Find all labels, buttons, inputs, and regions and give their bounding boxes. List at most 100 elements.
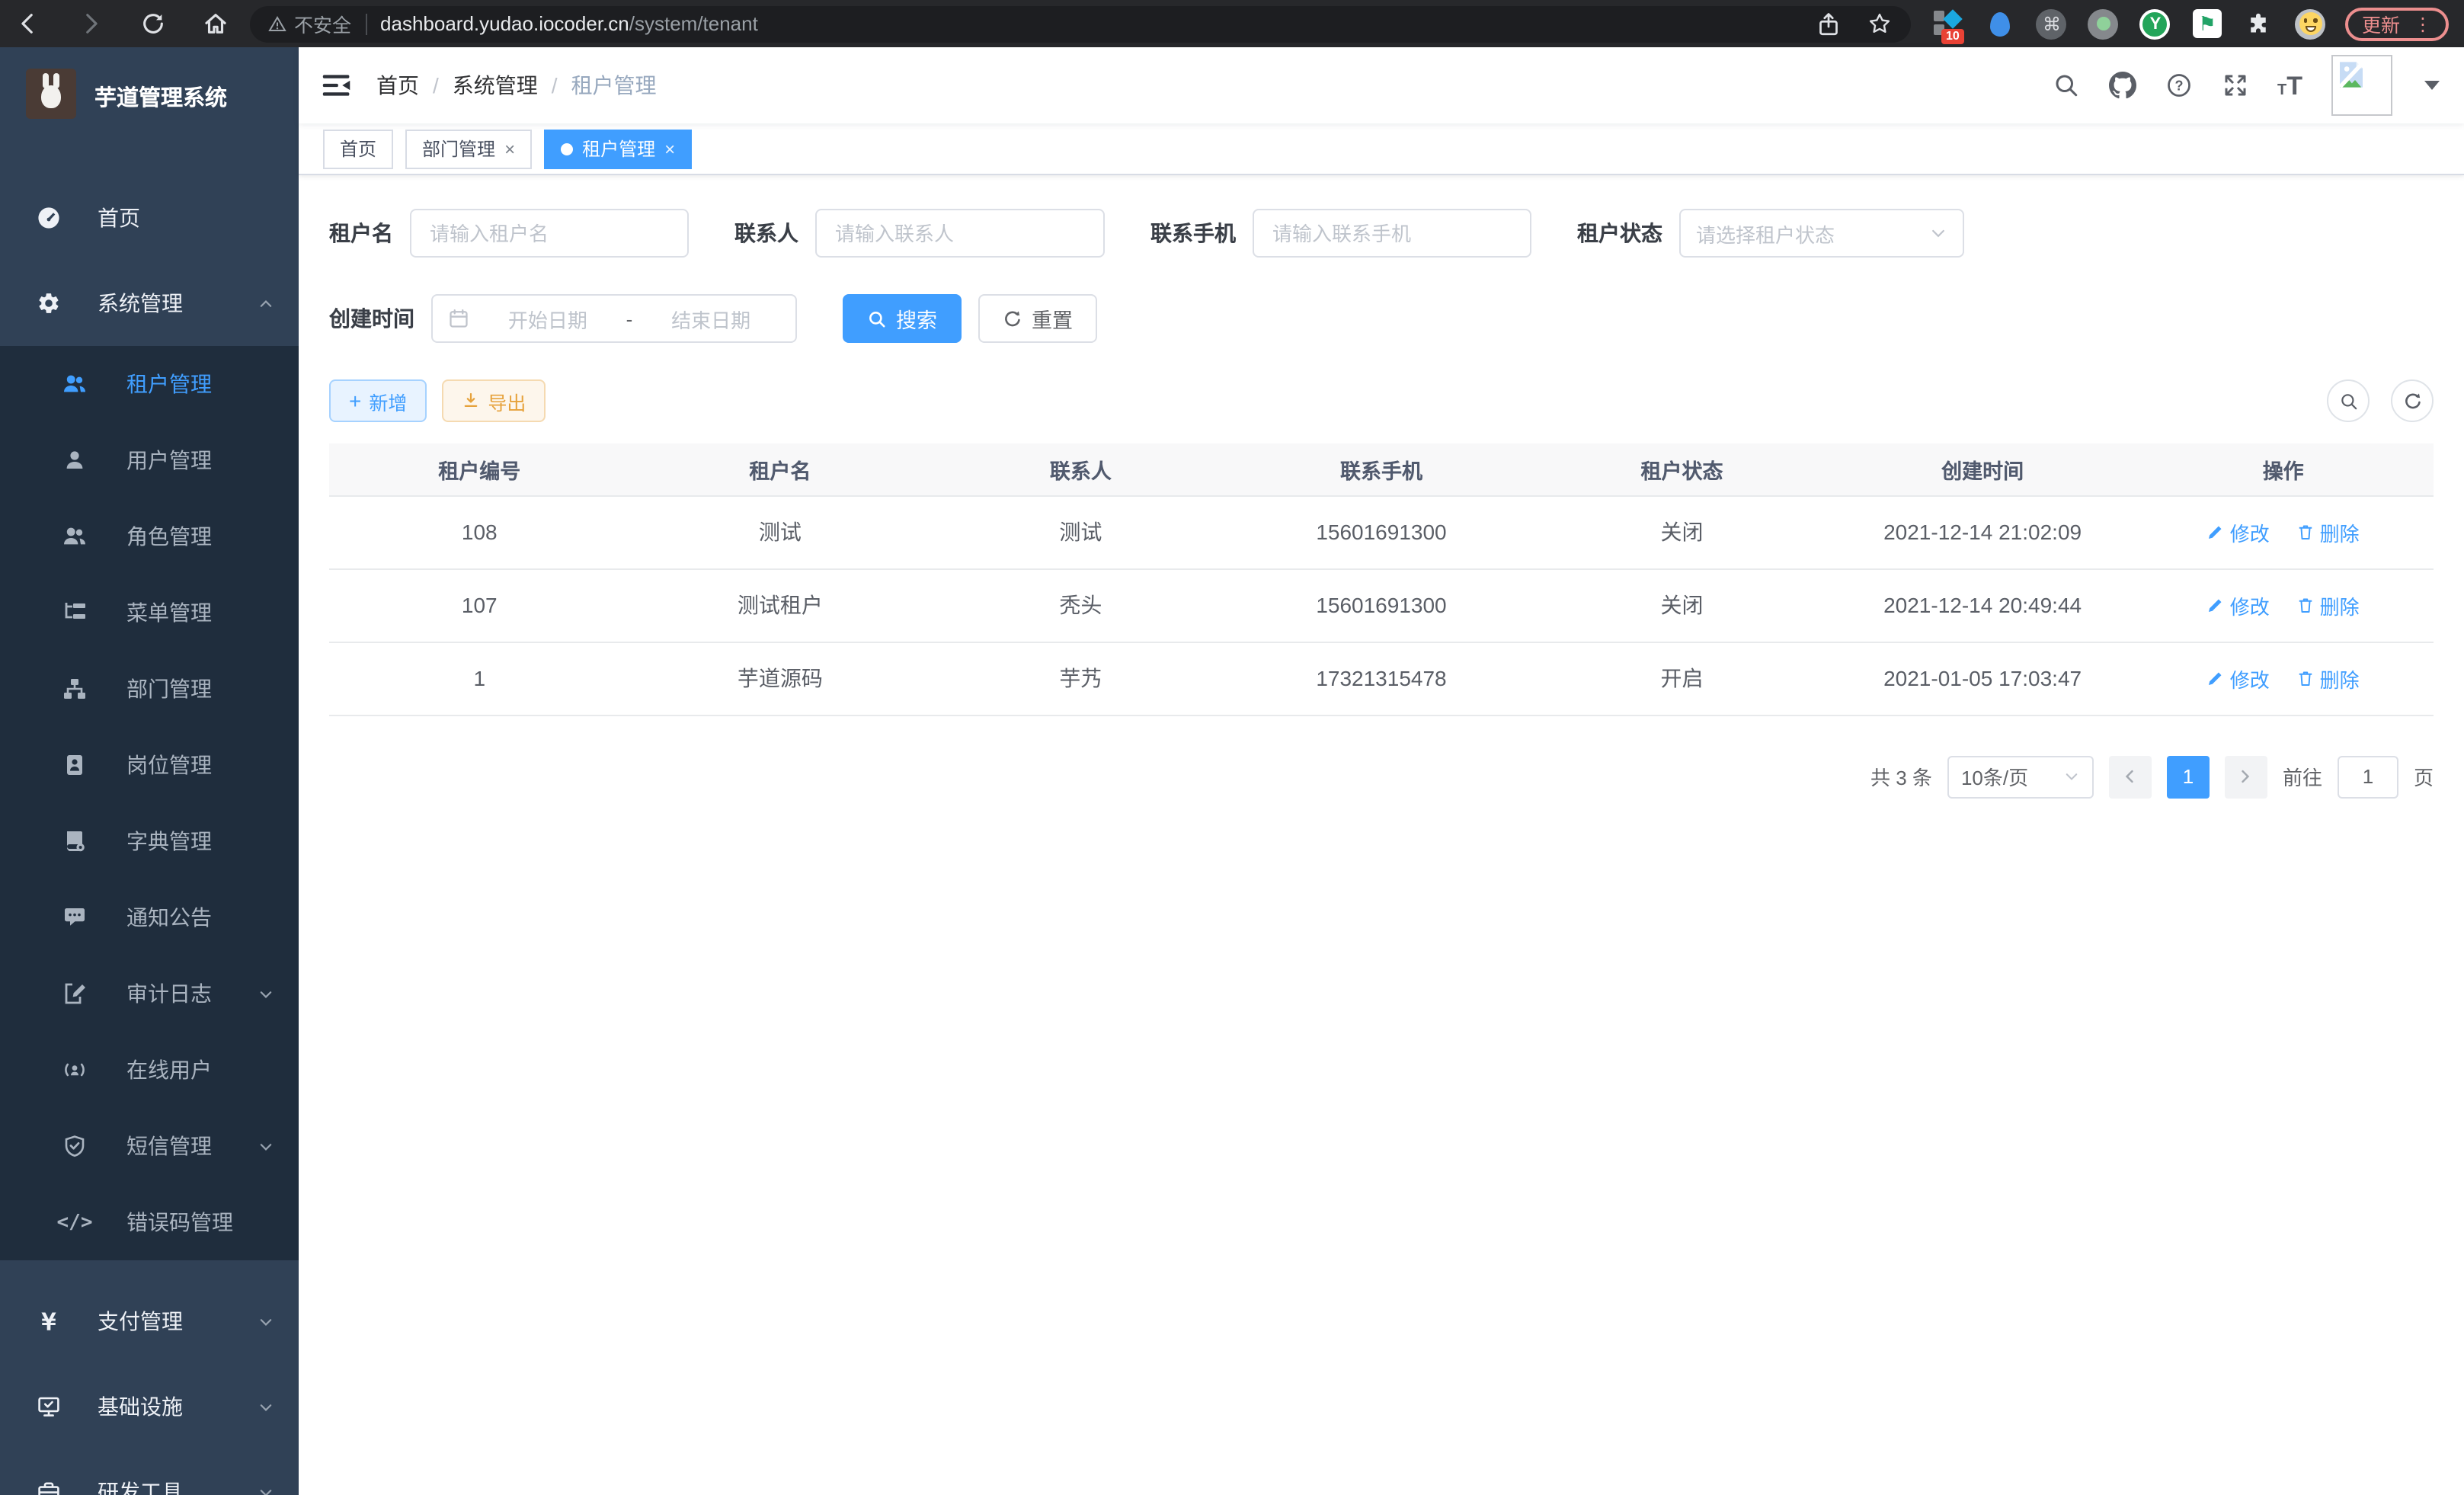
mobile-label: 联系手机 <box>1150 218 1236 248</box>
download-icon <box>462 392 480 410</box>
sidebar-item-pay[interactable]: ¥ 支付管理 <box>0 1279 299 1364</box>
status-select[interactable]: 请选择租户状态 <box>1679 209 1964 258</box>
hide-search-button[interactable] <box>2327 379 2370 422</box>
tenant-name-input[interactable] <box>410 209 689 258</box>
calendar-icon <box>448 308 469 329</box>
share-icon[interactable] <box>1815 10 1842 37</box>
edit-link[interactable]: 修改 <box>2207 591 2270 619</box>
next-page-button[interactable] <box>2225 755 2267 798</box>
avatar[interactable] <box>2331 55 2392 116</box>
sidebar-item-online-user[interactable]: 在线用户 <box>0 1032 299 1108</box>
sidebar-item-infra[interactable]: 基础设施 <box>0 1364 299 1449</box>
sidebar-item-post[interactable]: 岗位管理 <box>0 727 299 803</box>
bookmark-star-icon[interactable] <box>1867 11 1893 37</box>
delete-link[interactable]: 删除 <box>2297 591 2360 619</box>
sidebar-item-tenant[interactable]: 租户管理 <box>0 346 299 422</box>
broadcast-user-icon <box>62 1058 87 1082</box>
sidebar-toggle-icon[interactable] <box>322 70 352 101</box>
org-chart-icon <box>62 677 87 701</box>
sidebar-item-user[interactable]: 用户管理 <box>0 422 299 498</box>
mobile-input[interactable] <box>1253 209 1531 258</box>
extension-command-icon[interactable]: ⌘ <box>2036 8 2068 40</box>
goto-page-input[interactable] <box>2338 755 2398 798</box>
security-indicator[interactable]: 不安全 <box>268 9 351 38</box>
status-text: 关闭 <box>1531 568 1832 642</box>
font-size-icon[interactable]: TT <box>2277 72 2302 98</box>
edit-link[interactable]: 修改 <box>2207 664 2270 693</box>
refresh-button[interactable] <box>2391 379 2434 422</box>
sidebar-item-dept[interactable]: 部门管理 <box>0 651 299 727</box>
tab-dept[interactable]: 部门管理× <box>405 129 532 168</box>
browser-toolbar: 不安全 dashboard.yudao.iocoder.cn/system/te… <box>0 0 2464 47</box>
delete-link[interactable]: 删除 <box>2297 517 2360 546</box>
sidebar-item-role[interactable]: 角色管理 <box>0 498 299 575</box>
warning-triangle-icon <box>268 14 286 33</box>
add-button[interactable]: + 新增 <box>329 379 427 422</box>
start-date-placeholder: 开始日期 <box>478 304 617 333</box>
users-icon <box>62 372 87 396</box>
sidebar-item-system[interactable]: 系统管理 <box>0 261 299 346</box>
breadcrumb-home[interactable]: 首页 <box>376 70 419 101</box>
tab-tenant[interactable]: 租户管理× <box>544 129 692 168</box>
col-status: 租户状态 <box>1531 443 1832 495</box>
logo[interactable]: 芋道管理系统 <box>0 47 299 175</box>
reset-button[interactable]: 重置 <box>978 294 1097 343</box>
extension-flag-icon[interactable]: ⚑ <box>2191 8 2223 40</box>
tab-home[interactable]: 首页 <box>323 129 393 168</box>
extension-diamond-icon[interactable]: 10 <box>1932 8 1964 40</box>
chevron-down-icon <box>1929 224 1947 242</box>
page-number-button[interactable]: 1 <box>2167 755 2210 798</box>
close-icon[interactable]: × <box>664 138 675 159</box>
browser-menu-icon[interactable]: ⋮ <box>2414 13 2432 34</box>
sidebar-item-dict[interactable]: 字典管理 <box>0 803 299 879</box>
prev-page-button[interactable] <box>2109 755 2152 798</box>
chevron-down-icon <box>2063 768 2080 785</box>
extension-record-icon[interactable] <box>2088 8 2120 40</box>
sidebar-item-error-code[interactable]: </> 错误码管理 <box>0 1184 299 1260</box>
logo-image <box>26 69 76 119</box>
pagination: 共 3 条 10条/页 1 前往 页 <box>329 755 2434 798</box>
broken-image-icon <box>2336 59 2366 90</box>
extension-balloon-icon[interactable] <box>1984 8 2016 40</box>
sidebar-item-sms[interactable]: 短信管理 <box>0 1108 299 1184</box>
export-button[interactable]: 导出 <box>442 379 546 422</box>
help-icon[interactable]: ? <box>2165 72 2192 99</box>
contact-input[interactable] <box>815 209 1105 258</box>
sidebar-item-home[interactable]: 首页 <box>0 175 299 261</box>
reload-icon[interactable] <box>140 11 166 37</box>
table-header-row: 租户编号 租户名 联系人 联系手机 租户状态 创建时间 操作 <box>329 443 2434 495</box>
back-icon[interactable] <box>15 11 41 37</box>
forward-icon[interactable] <box>78 11 104 37</box>
close-icon[interactable]: × <box>504 138 515 159</box>
page-size-select[interactable]: 10条/页 <box>1947 755 2094 798</box>
monitor-check-icon <box>37 1394 61 1419</box>
sidebar-item-audit-log[interactable]: 审计日志 <box>0 956 299 1032</box>
chrome-update-button[interactable]: 更新 ⋮ <box>2345 7 2449 40</box>
sidebar-item-menu[interactable]: 菜单管理 <box>0 575 299 651</box>
url-bar[interactable]: 不安全 dashboard.yudao.iocoder.cn/system/te… <box>250 5 1911 42</box>
delete-link[interactable]: 删除 <box>2297 664 2360 693</box>
table-row: 108 测试 测试 15601691300 关闭 2021-12-14 21:0… <box>329 495 2434 568</box>
col-contact: 联系人 <box>930 443 1231 495</box>
github-icon[interactable] <box>2108 72 2136 99</box>
fullscreen-icon[interactable] <box>2221 72 2248 99</box>
search-button[interactable]: 搜索 <box>843 294 962 343</box>
breadcrumb-section[interactable]: 系统管理 <box>453 70 538 101</box>
table-row: 107 测试租户 秃头 15601691300 关闭 2021-12-14 20… <box>329 568 2434 642</box>
date-range-input[interactable]: 开始日期 - 结束日期 <box>431 294 797 343</box>
chevron-down-icon <box>258 985 274 1002</box>
edit-link[interactable]: 修改 <box>2207 517 2270 546</box>
extensions-puzzle-icon[interactable] <box>2243 8 2275 40</box>
create-time-label: 创建时间 <box>329 303 414 334</box>
home-icon[interactable] <box>203 11 229 37</box>
sidebar-item-dev-tools[interactable]: 研发工具 <box>0 1449 299 1495</box>
profile-avatar-icon[interactable] <box>2295 8 2327 40</box>
pencil-icon <box>2207 596 2226 614</box>
sidebar-item-notice[interactable]: 通知公告 <box>0 879 299 956</box>
sidebar: 芋道管理系统 首页 系统管理 租户管理 用户管理 <box>0 47 299 1495</box>
search-icon[interactable] <box>2052 72 2079 99</box>
avatar-dropdown-icon[interactable] <box>2424 81 2440 90</box>
trash-icon <box>2297 669 2315 687</box>
table-row: 1 芋道源码 芋艿 17321315478 开启 2021-01-05 17:0… <box>329 642 2434 715</box>
extension-y-icon[interactable]: Y <box>2139 8 2171 40</box>
